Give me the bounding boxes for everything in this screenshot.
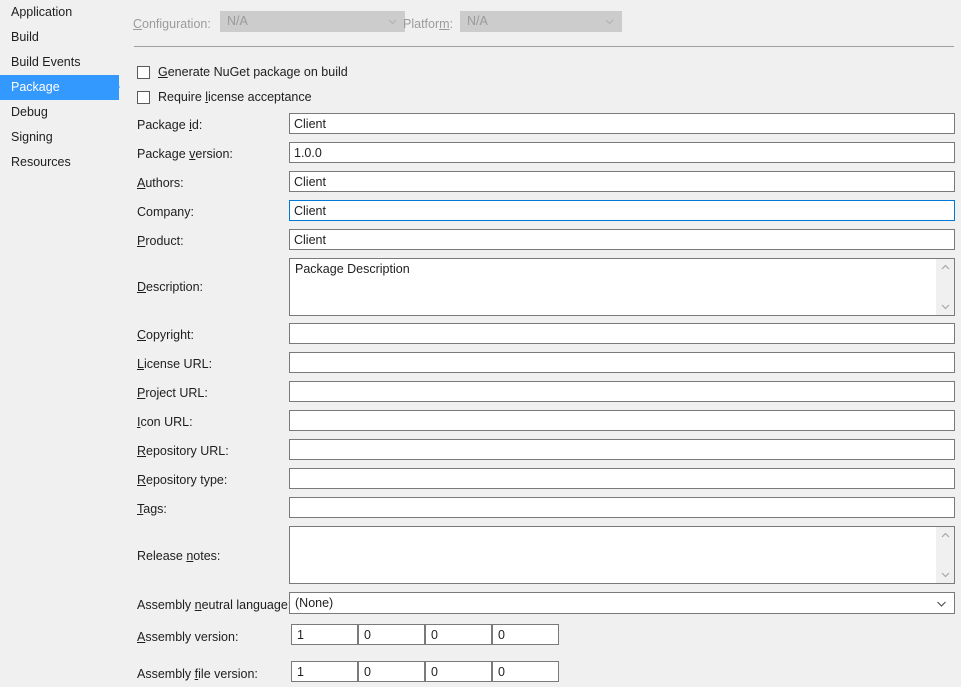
require-license-acceptance-checkbox-row[interactable]: Require license acceptance [137,89,312,105]
release-notes-label: Release notes: [137,549,221,563]
sidebar-item-application[interactable]: Application [0,0,119,25]
sidebar-item-signing[interactable]: Signing [0,125,119,150]
authors-label: Authors: [137,176,184,190]
configuration-value: N/A [227,14,248,28]
repository-type-input[interactable] [289,468,955,489]
configuration-dropdown[interactable]: N/A [220,11,405,32]
generate-nuget-package-checkbox[interactable] [137,65,150,79]
sidebar-item-label: Package [11,80,60,94]
description-label: Description: [137,280,204,294]
authors-input[interactable] [289,171,955,192]
license-url-label: License URL: [137,357,213,371]
generate-nuget-package-checkbox-row[interactable]: Generate NuGet package on build [137,64,348,80]
scroll-down-arrow-icon[interactable] [937,298,954,315]
sidebar-item-label: Application [11,5,73,19]
icon-url-input[interactable] [289,410,955,431]
assembly-version-major-input[interactable] [291,624,358,645]
assembly-file-version-build-input[interactable] [425,661,492,682]
assembly-version-label: Assembly version: [137,630,239,644]
configuration-label: Configuration: [133,17,211,31]
package-version-input[interactable] [289,142,955,163]
sidebar-item-package[interactable]: Package [0,75,120,100]
package-version-label: Package version: [137,147,233,161]
scroll-up-arrow-icon[interactable] [937,259,954,276]
assembly-neutral-language-label: Assembly neutral language: [137,598,292,612]
sidebar-item-label: Resources [11,155,71,169]
scroll-down-arrow-icon[interactable] [937,566,954,583]
platform-label: Platform: [403,17,454,31]
project-url-input[interactable] [289,381,955,402]
scroll-up-arrow-icon[interactable] [937,527,954,544]
package-id-input[interactable] [289,113,955,134]
sidebar-item-build-events[interactable]: Build Events [0,50,119,75]
assembly-version-build-input[interactable] [425,624,492,645]
icon-url-label: Icon URL: [137,415,193,429]
assembly-version-revision-input[interactable] [492,624,559,645]
configuration-header: Configuration: N/A Platform: N/A [125,0,961,47]
repository-url-input[interactable] [289,439,955,460]
chevron-down-icon [605,19,614,25]
assembly-file-version-label: Assembly file version: [137,667,258,681]
sidebar-item-label: Build Events [11,55,81,69]
description-value: Package Description [295,262,410,276]
assembly-version-minor-input[interactable] [358,624,425,645]
platform-value: N/A [467,14,488,28]
sidebar-item-resources[interactable]: Resources [0,150,119,175]
assembly-file-version-major-input[interactable] [291,661,358,682]
copyright-input[interactable] [289,323,955,344]
assembly-neutral-language-dropdown[interactable]: (None) [289,592,955,614]
tags-input[interactable] [289,497,955,518]
properties-sidebar: Application Build Build Events Package D… [0,0,125,687]
sidebar-item-label: Build [11,30,39,44]
assembly-file-version-minor-input[interactable] [358,661,425,682]
description-textarea[interactable]: Package Description [289,258,955,316]
package-properties-form: Generate NuGet package on build Require … [0,0,961,687]
platform-dropdown[interactable]: N/A [460,11,622,32]
require-license-acceptance-checkbox[interactable] [137,90,150,104]
require-license-acceptance-label: Require license acceptance [158,90,312,104]
description-scrollbar[interactable] [936,259,954,315]
company-input[interactable] [289,200,955,221]
copyright-label: Copyright: [137,328,194,342]
release-notes-textarea[interactable] [289,526,955,584]
tags-label: Tags: [137,502,167,516]
project-url-label: Project URL: [137,386,208,400]
assembly-file-version-revision-input[interactable] [492,661,559,682]
sidebar-item-label: Debug [11,105,48,119]
repository-url-label: Repository URL: [137,444,229,458]
header-divider [134,46,954,47]
product-input[interactable] [289,229,955,250]
selection-arrow-icon [108,75,120,99]
license-url-input[interactable] [289,352,955,373]
assembly-neutral-language-value: (None) [295,596,334,610]
sidebar-item-label: Signing [11,130,53,144]
company-label: Company: [137,205,194,219]
repository-type-label: Repository type: [137,473,228,487]
release-notes-scrollbar[interactable] [936,527,954,583]
package-id-label: Package id: [137,118,203,132]
sidebar-item-build[interactable]: Build [0,25,119,50]
chevron-down-icon [388,19,397,25]
product-label: Product: [137,234,184,248]
generate-nuget-package-label: Generate NuGet package on build [158,65,348,79]
chevron-down-icon [937,601,946,607]
sidebar-item-debug[interactable]: Debug [0,100,119,125]
